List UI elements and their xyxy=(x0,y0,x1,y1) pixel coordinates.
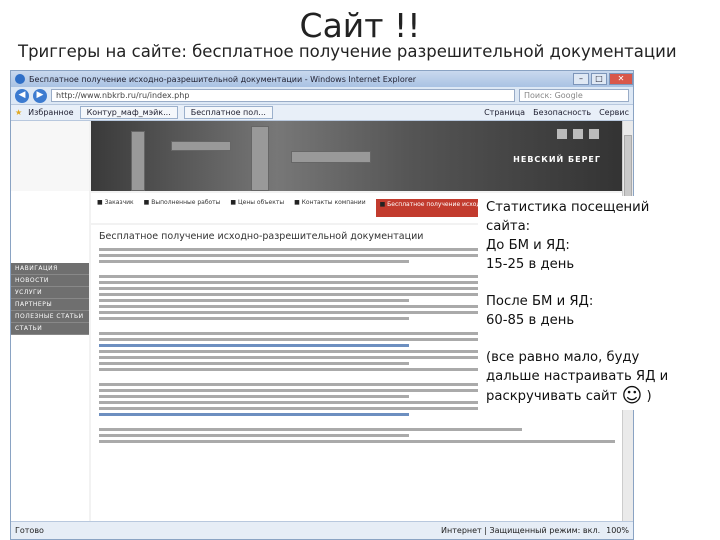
slide-title: Сайт !! xyxy=(299,6,421,45)
safety-menu[interactable]: Безопасность xyxy=(533,108,591,117)
nav-item[interactable]: Выполненные работы xyxy=(144,199,220,217)
stats-before: Статистика посещений сайта: До БМ и ЯД: … xyxy=(486,200,650,272)
status-text: Готово xyxy=(15,526,44,535)
menu-item[interactable]: ПОЛЕЗНЫЕ СТАТЬИ xyxy=(11,311,89,323)
status-bar: Готово Интернет | Защищенный режим: вкл.… xyxy=(11,521,633,539)
site-menu: НАВИГАЦИЯ НОВОСТИ УСЛУГИ ПАРТНЕРЫ ПОЛЕЗН… xyxy=(11,263,89,335)
zoom-level[interactable]: 100% xyxy=(606,526,629,535)
site-banner-image: НЕВСКИЙ БЕРЕГ xyxy=(91,121,623,191)
page-menu[interactable]: Страница xyxy=(484,108,525,117)
brand-icon xyxy=(557,129,567,139)
nav-item[interactable]: Заказчик xyxy=(97,199,134,217)
favorites-button[interactable]: Избранное xyxy=(28,108,73,117)
ie-logo-icon xyxy=(15,74,25,84)
window-titlebar: Бесплатное получение исходно-разрешитель… xyxy=(11,71,633,87)
brand-icon xyxy=(589,129,599,139)
tab-contour[interactable]: Контур_маф_мэйк... xyxy=(79,106,178,119)
nav-item[interactable]: Контакты компании xyxy=(294,199,366,217)
sidebar-logo-text xyxy=(11,121,89,191)
stats-overlay: Статистика посещений сайта: До БМ и ЯД: … xyxy=(478,196,704,410)
forward-button[interactable]: ▶ xyxy=(33,88,47,103)
site-sidebar: НАВИГАЦИЯ НОВОСТИ УСЛУГИ ПАРТНЕРЫ ПОЛЕЗН… xyxy=(11,121,89,523)
favorites-bar: ★ Избранное Контур_маф_мэйк... Бесплатно… xyxy=(11,105,633,121)
menu-item[interactable]: НОВОСТИ xyxy=(11,275,89,287)
favorites-star-icon[interactable]: ★ xyxy=(15,108,22,117)
brand-icon xyxy=(573,129,583,139)
minimize-button[interactable]: – xyxy=(573,73,589,85)
menu-item[interactable]: НАВИГАЦИЯ xyxy=(11,263,89,275)
url-field[interactable]: http://www.nbkrb.ru/ru/index.php xyxy=(51,89,515,102)
security-zone: Интернет | Защищенный режим: вкл. xyxy=(441,526,601,535)
menu-item[interactable]: СТАТЬИ xyxy=(11,323,89,335)
menu-item[interactable]: ПАРТНЕРЫ xyxy=(11,299,89,311)
site-brand: НЕВСКИЙ БЕРЕГ xyxy=(513,155,601,164)
tab-current[interactable]: Бесплатное пол... xyxy=(183,106,273,119)
smiley-icon: ☺ xyxy=(621,383,643,407)
tools-menu[interactable]: Сервис xyxy=(599,108,629,117)
maximize-button[interactable]: □ xyxy=(591,73,607,85)
back-button[interactable]: ◀ xyxy=(15,88,29,103)
close-button[interactable]: ✕ xyxy=(609,73,633,85)
closing-paren: ) xyxy=(642,389,652,404)
nav-item[interactable]: Цены объекты xyxy=(230,199,284,217)
search-input[interactable]: Поиск: Google xyxy=(519,89,629,102)
window-title: Бесплатное получение исходно-разрешитель… xyxy=(29,74,417,84)
stats-after: После БМ и ЯД: 60-85 в день xyxy=(486,294,594,328)
menu-item[interactable]: УСЛУГИ xyxy=(11,287,89,299)
slide-subtitle: Триггеры на сайте: бесплатное получение … xyxy=(18,42,677,61)
address-bar: ◀ ▶ http://www.nbkrb.ru/ru/index.php Пои… xyxy=(11,87,633,105)
